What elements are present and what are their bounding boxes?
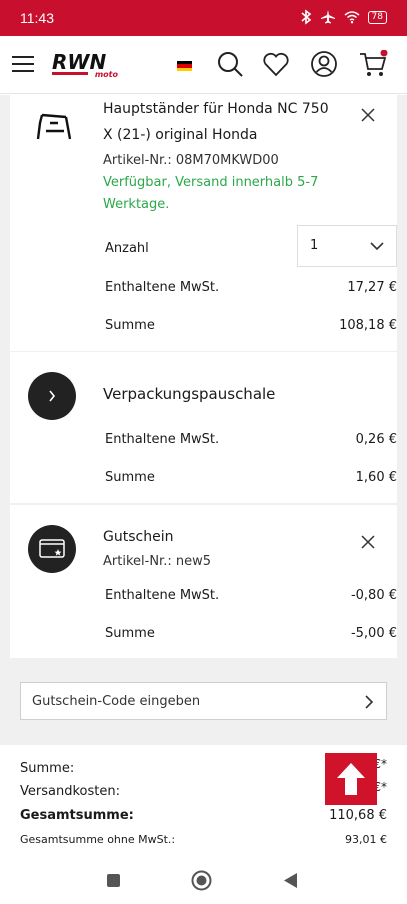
- item-article-number: Artikel-Nr.: 08M70MKWD00: [103, 153, 279, 168]
- subtotal-label: Summe:: [20, 761, 75, 776]
- recent-apps-icon[interactable]: [106, 873, 121, 888]
- availability-line2: Werktage.: [103, 197, 170, 212]
- search-icon[interactable]: [216, 50, 244, 78]
- system-nav-bar: [0, 855, 407, 904]
- remove-item-icon[interactable]: [361, 108, 375, 122]
- packaging-icon: [28, 372, 76, 420]
- sum-label: Summe: [105, 470, 155, 485]
- voucher-code-input[interactable]: Gutschein-Code eingeben: [20, 682, 387, 720]
- chevron-right-icon: [365, 695, 374, 709]
- arrow-up-icon: [337, 763, 365, 795]
- sum-label: Summe: [105, 626, 155, 641]
- sum-label: Summe: [105, 318, 155, 333]
- site-header: RWN moto: [0, 36, 407, 94]
- quantity-label: Anzahl: [105, 241, 149, 256]
- quantity-value: 1: [310, 238, 319, 253]
- bluetooth-icon: [301, 9, 311, 25]
- item-title-line1[interactable]: Hauptständer für Honda NC 750: [103, 97, 329, 121]
- status-icons: 78: [300, 9, 387, 25]
- vat-value: -0,80 €: [350, 588, 397, 603]
- chevron-down-icon: [370, 242, 384, 251]
- airplane-mode-icon: [320, 10, 335, 24]
- availability-line1: Verfügbar, Versand innerhalb 5-7: [103, 175, 319, 190]
- menu-icon[interactable]: [12, 56, 34, 72]
- account-icon[interactable]: [310, 50, 338, 78]
- voucher-code-placeholder: Gutschein-Code eingeben: [32, 694, 201, 709]
- vat-value: 0,26 €: [355, 432, 397, 447]
- grand-total-label: Gesamtsumme:: [20, 808, 134, 823]
- back-icon[interactable]: [283, 872, 298, 889]
- vat-label: Enthaltene MwSt.: [105, 588, 220, 603]
- remove-voucher-icon[interactable]: [361, 535, 375, 549]
- voucher-item-card: Gutschein Artikel-Nr.: new5 Enthaltene M…: [10, 505, 397, 658]
- home-icon[interactable]: [191, 870, 212, 891]
- vat-value: 17,27 €: [347, 280, 397, 295]
- vat-label: Enthaltene MwSt.: [105, 432, 220, 447]
- shipping-label: Versandkosten:: [20, 784, 120, 799]
- status-bar: 11:43 78: [0, 0, 407, 36]
- logo[interactable]: RWN moto: [52, 50, 122, 80]
- voucher-article-number: Artikel-Nr.: new5: [103, 554, 211, 569]
- vat-label: Enthaltene MwSt.: [105, 280, 220, 295]
- cart-item-card: Hauptständer für Honda NC 750 X (21-) or…: [10, 95, 397, 351]
- status-time: 11:43: [20, 10, 54, 26]
- voucher-card-icon: [28, 525, 76, 573]
- packaging-item-card: Verpackungspauschale Enthaltene MwSt. 0,…: [10, 352, 397, 503]
- quantity-select[interactable]: 1: [297, 225, 397, 267]
- german-flag-icon[interactable]: [177, 61, 192, 71]
- item-title-line2[interactable]: X (21-) original Honda: [103, 123, 258, 147]
- battery-icon: 78: [367, 10, 387, 24]
- wifi-icon: [344, 11, 360, 24]
- packaging-title: Verpackungspauschale: [103, 385, 276, 403]
- sum-value: -5,00 €: [350, 626, 397, 641]
- sum-value: 1,60 €: [355, 470, 397, 485]
- grand-total-value: 110,68 €: [329, 808, 387, 823]
- cart-content[interactable]: Hauptständer für Honda NC 750 X (21-) or…: [0, 95, 407, 855]
- net-total-label: Gesamtsumme ohne MwSt.:: [20, 833, 176, 846]
- scroll-to-top-button[interactable]: [325, 753, 377, 805]
- net-total-value: 93,01 €: [345, 833, 387, 846]
- sum-value: 108,18 €: [339, 318, 397, 333]
- logo-subtext: moto: [94, 70, 118, 79]
- voucher-title: Gutschein: [103, 529, 174, 545]
- cart-icon[interactable]: [358, 50, 390, 78]
- wishlist-heart-icon[interactable]: [262, 50, 290, 78]
- stand-product-image[interactable]: [36, 113, 74, 143]
